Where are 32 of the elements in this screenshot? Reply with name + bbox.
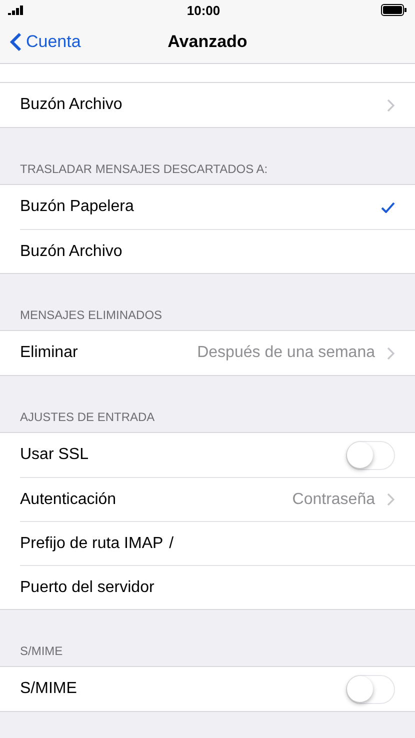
row-label: Eliminar bbox=[20, 344, 78, 362]
settings-row[interactable]: Autenticación Contraseña bbox=[20, 477, 415, 521]
section-header: TRASLADAR MENSAJES DESCARTADOS A: bbox=[20, 162, 268, 176]
row-label: Usar SSL bbox=[20, 446, 88, 464]
row-label: Autenticación bbox=[20, 490, 116, 508]
row-value: Contraseña bbox=[292, 490, 375, 508]
row-label: Puerto del servidor bbox=[20, 578, 154, 596]
section-header: MENSAJES ELIMINADOS bbox=[20, 308, 162, 322]
row-value: Después de una semana bbox=[197, 344, 375, 362]
battery-icon bbox=[381, 4, 407, 16]
chevron-icon bbox=[387, 98, 395, 112]
section-header: AJUSTES DE ENTRADA bbox=[20, 410, 155, 424]
section-header: S/MIME bbox=[20, 644, 63, 658]
settings-row[interactable]: Prefijo de ruta IMAP / bbox=[20, 521, 415, 565]
back-button[interactable]: Cuenta bbox=[0, 32, 81, 52]
chevron-icon bbox=[387, 493, 395, 506]
status-time: 10:00 bbox=[186, 2, 220, 18]
row-label: S/MIME bbox=[20, 680, 77, 698]
row-label: Buzón Archivo bbox=[20, 242, 122, 260]
row-label: Buzón Papelera bbox=[20, 198, 134, 216]
row-label: Prefijo de ruta IMAP bbox=[20, 534, 164, 552]
settings-row[interactable]: Buzón Archivo bbox=[20, 229, 415, 273]
row-label: Buzón Archivo bbox=[20, 96, 122, 114]
nav-title: Avanzado bbox=[168, 32, 248, 52]
signal-icon bbox=[8, 5, 26, 15]
settings-row[interactable]: Puerto del servidor bbox=[20, 565, 415, 609]
input-field[interactable]: / bbox=[169, 534, 174, 552]
toggle-switch[interactable] bbox=[346, 440, 395, 470]
toggle-switch[interactable] bbox=[346, 674, 395, 704]
back-chevron-icon bbox=[10, 32, 22, 52]
chevron-icon bbox=[387, 346, 395, 360]
settings-row[interactable]: Buzón Papelera bbox=[20, 185, 415, 229]
